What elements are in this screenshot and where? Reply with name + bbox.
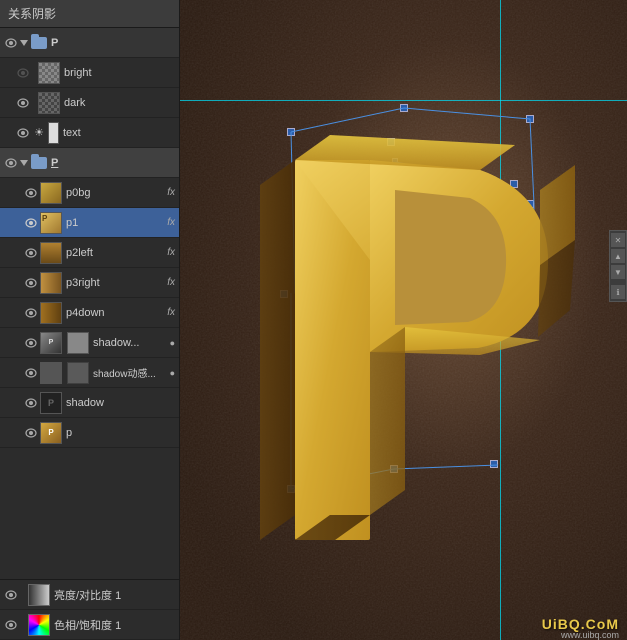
layer-thumbnail <box>38 62 60 84</box>
mini-tool-panel: ✕ ▲ ▼ ℹ <box>609 230 627 302</box>
eye-icon[interactable] <box>4 156 18 170</box>
layer-name: shadow <box>66 397 175 409</box>
eye-icon[interactable] <box>16 66 30 80</box>
layer-shadow-move[interactable]: shadow动感... ● <box>0 358 179 388</box>
eye-icon[interactable] <box>24 186 38 200</box>
eye-icon[interactable] <box>24 336 38 350</box>
eye-icon[interactable] <box>24 216 38 230</box>
layer-p1[interactable]: P p1 fx <box>0 208 179 238</box>
eye-icon[interactable] <box>24 276 38 290</box>
layer-bright[interactable]: bright <box>0 58 179 88</box>
eye-icon[interactable] <box>4 618 18 632</box>
layer-name: text <box>63 127 175 139</box>
layer-thumbnail: P <box>40 392 62 414</box>
layer-mask-thumbnail <box>67 332 89 354</box>
layer-group-p[interactable]: P <box>0 148 179 178</box>
layer-thumbnail: P <box>40 422 62 444</box>
layer-thumbnail <box>40 242 62 264</box>
arrow-down-btn[interactable]: ▼ <box>611 265 625 279</box>
layer-shadow-smart[interactable]: P shadow... ● <box>0 328 179 358</box>
adjustment-thumbnail <box>28 614 50 636</box>
layers-panel: 关系阴影 P bright dark <box>0 0 180 640</box>
eye-icon[interactable] <box>24 426 38 440</box>
expand-icon[interactable] <box>20 160 28 166</box>
expand-icon[interactable] <box>20 40 28 46</box>
eye-icon[interactable] <box>4 588 18 602</box>
layer-p0bg[interactable]: p0bg fx <box>0 178 179 208</box>
layer-name: p4down <box>66 307 164 319</box>
info-btn[interactable]: ℹ <box>611 285 625 299</box>
layer-thumbnail <box>40 362 62 384</box>
layer-p4down[interactable]: p4down fx <box>0 298 179 328</box>
adjustment-thumbnail <box>28 584 50 606</box>
layer-p2left[interactable]: p2left fx <box>0 238 179 268</box>
eye-icon[interactable] <box>24 396 38 410</box>
layer-brightness[interactable]: 亮度/对比度 1 <box>0 580 179 610</box>
sun-icon: ☀ <box>32 126 46 140</box>
layer-name: 亮度/对比度 1 <box>54 587 175 603</box>
close-mini-btn[interactable]: ✕ <box>611 233 625 247</box>
p-letter-3d <box>230 60 600 560</box>
layer-thumbnail: P <box>40 212 62 234</box>
layer-dark[interactable]: dark <box>0 88 179 118</box>
canvas-area[interactable]: ✕ ▲ ▼ ℹ UiBQ.CoM www.uibq.com <box>180 0 627 640</box>
panel-title: 关系阴影 <box>8 5 56 22</box>
eye-icon[interactable] <box>4 36 18 50</box>
layer-name: dark <box>64 97 175 109</box>
eye-icon[interactable] <box>16 126 30 140</box>
layer-name: bright <box>64 67 175 79</box>
fx-badge: fx <box>167 247 175 258</box>
layer-name: p2left <box>66 247 164 259</box>
layer-name: p3right <box>66 277 164 289</box>
layer-list: P bright dark ☀ text <box>0 28 179 579</box>
eye-icon[interactable] <box>16 96 30 110</box>
layer-name: shadow... <box>93 337 169 349</box>
smart-dot: ● <box>170 338 175 348</box>
folder-icon <box>31 157 47 169</box>
layer-name: P <box>51 37 175 49</box>
panel-header: 关系阴影 <box>0 0 179 28</box>
fx-badge: fx <box>167 217 175 228</box>
layer-name: shadow动感... <box>93 365 169 380</box>
folder-icon <box>31 37 47 49</box>
adjustment-layers: 亮度/对比度 1 色相/饱和度 1 <box>0 579 179 640</box>
fx-badge: fx <box>167 187 175 198</box>
eye-icon[interactable] <box>24 366 38 380</box>
layer-thumbnail <box>40 182 62 204</box>
layer-thumbnail: P <box>40 332 62 354</box>
layer-thumbnail <box>40 302 62 324</box>
arrow-up-btn[interactable]: ▲ <box>611 249 625 263</box>
layer-thumbnail-mask <box>48 122 59 144</box>
eye-icon[interactable] <box>24 246 38 260</box>
layer-name: p <box>66 427 175 439</box>
watermark-url: www.uibq.com <box>561 630 619 640</box>
layer-shadow[interactable]: P shadow <box>0 388 179 418</box>
layer-name: p1 <box>66 217 164 229</box>
layer-thumbnail <box>38 92 60 114</box>
layer-name: p0bg <box>66 187 164 199</box>
layer-p-small[interactable]: P p <box>0 418 179 448</box>
fx-badge: fx <box>167 277 175 288</box>
layer-group-p-top[interactable]: P <box>0 28 179 58</box>
layer-hue[interactable]: 色相/饱和度 1 <box>0 610 179 640</box>
eye-icon[interactable] <box>24 306 38 320</box>
layer-p3right[interactable]: p3right fx <box>0 268 179 298</box>
smart-dot: ● <box>170 368 175 378</box>
layer-text[interactable]: ☀ text <box>0 118 179 148</box>
layer-name: P <box>51 157 175 169</box>
layer-mask-thumbnail <box>67 362 89 384</box>
layer-thumbnail <box>40 272 62 294</box>
layer-name: 色相/饱和度 1 <box>54 617 175 633</box>
fx-badge: fx <box>167 307 175 318</box>
